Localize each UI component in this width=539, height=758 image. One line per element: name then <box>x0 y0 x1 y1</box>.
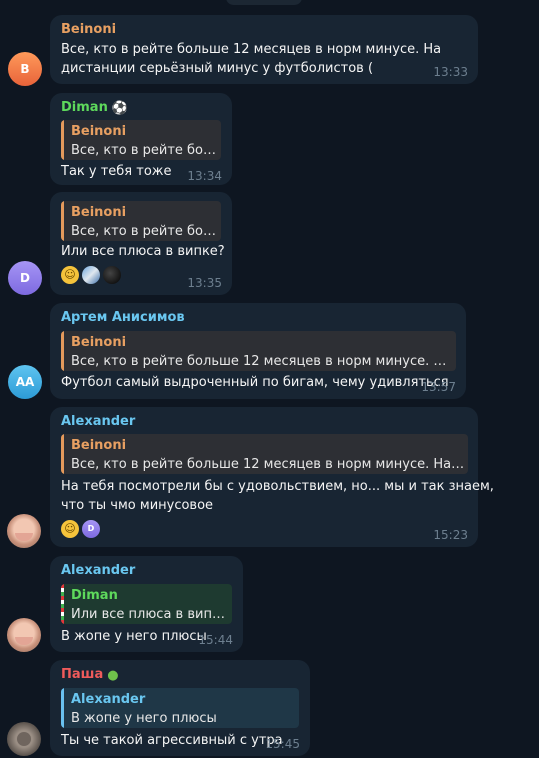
message-text: Так у тебя тоже <box>61 164 172 179</box>
reply-text: Все, кто в рейте боль... <box>71 224 221 239</box>
reply-text: Все, кто в рейте больше 12 месяцев в нор… <box>71 457 468 472</box>
message-time: 13:34 <box>187 169 222 183</box>
soccer-emoji-icon: ⚽ <box>111 101 129 116</box>
reply-quote[interactable]: Diman Или все плюса в випке? <box>61 584 232 624</box>
avatar[interactable] <box>7 514 41 548</box>
face-photo-icon <box>15 533 33 541</box>
date-chip <box>226 0 302 5</box>
reactions-row[interactable]: ☺ <box>61 266 121 284</box>
reply-name: Beinoni <box>71 438 127 453</box>
sender-name[interactable]: Beinoni <box>61 22 116 37</box>
sender-name[interactable]: Паша ● <box>61 667 119 683</box>
face-photo-icon <box>15 637 33 645</box>
message-bubble[interactable]: Diman ⚽ Beinoni Все, кто в рейте боль... … <box>50 93 232 185</box>
reply-quote[interactable]: Beinoni Все, кто в рейте боль... <box>61 201 221 241</box>
avatar-letter: B <box>20 62 30 76</box>
avatar[interactable]: D <box>8 261 42 295</box>
avatar[interactable]: B <box>8 52 42 86</box>
reply-quote[interactable]: Beinoni Все, кто в рейте больше 12 месяц… <box>61 331 456 371</box>
grin-emoji-icon[interactable]: ☺ <box>61 266 79 284</box>
message-text: В жопе у него плюсы <box>61 629 207 644</box>
message-text: Футбол самый выдроченный по бигам, чему … <box>61 375 449 390</box>
message-bubble[interactable]: Beinoni Все, кто в рейте больше 12 месяц… <box>50 15 478 84</box>
reply-text: Или все плюса в випке? <box>71 607 232 622</box>
sender-name[interactable]: Diman ⚽ <box>61 100 128 116</box>
reply-name: Beinoni <box>71 124 127 139</box>
sender-name-text: Diman <box>61 100 108 115</box>
avatar-letter: D <box>20 271 30 285</box>
avatar[interactable]: AA <box>8 365 42 399</box>
message-time: 15:23 <box>433 528 468 542</box>
reply-text: В жопе у него плюсы <box>71 711 217 726</box>
message-text: что ты чмо минусовое <box>61 498 214 513</box>
sender-name[interactable]: Артем Анисимов <box>61 310 185 325</box>
message-bubble[interactable]: Alexander Beinoni Все, кто в рейте больш… <box>50 407 494 547</box>
message-time: 13:33 <box>433 65 468 79</box>
laugh-emoji-icon[interactable]: ☺ <box>61 520 79 538</box>
message-time: 13:57 <box>421 380 456 394</box>
message-bubble[interactable]: Beinoni Все, кто в рейте боль... Или все… <box>50 192 232 295</box>
message-bubble[interactable]: Alexander Diman Или все плюса в випке? В… <box>50 556 243 652</box>
message-bubble[interactable]: Паша ● Alexander В жопе у него плюсы Ты ч… <box>50 660 310 756</box>
reaction-avatar-letter: D <box>87 524 95 533</box>
avatar[interactable] <box>7 618 41 652</box>
reply-quote[interactable]: Alexander В жопе у него плюсы <box>61 688 299 728</box>
reaction-avatar[interactable] <box>82 266 100 284</box>
message-bubble[interactable]: Артем Анисимов Beinoni Все, кто в рейте … <box>50 303 466 399</box>
sender-name[interactable]: Alexander <box>61 414 135 429</box>
message-text: Или все плюса в випке? <box>61 244 225 259</box>
reply-quote[interactable]: Beinoni Все, кто в рейте боль... <box>61 120 221 160</box>
frog-emoji-icon: ● <box>107 668 119 683</box>
message-text: Все, кто в рейте больше 12 месяцев в нор… <box>61 42 442 57</box>
message-time: 15:45 <box>265 737 300 751</box>
reaction-avatar[interactable]: D <box>82 520 100 538</box>
reply-name: Beinoni <box>71 335 127 350</box>
reply-text: Все, кто в рейте больше 12 месяцев в нор… <box>71 354 456 369</box>
reply-text: Все, кто в рейте боль... <box>71 143 221 158</box>
sender-name[interactable]: Alexander <box>61 563 135 578</box>
avatar-letter: AA <box>15 375 35 389</box>
cat-photo-icon <box>17 732 31 746</box>
reply-name: Alexander <box>71 692 146 707</box>
reply-name: Diman <box>71 588 118 603</box>
message-text: дистанции серьёзный минус у футболистов … <box>61 61 374 76</box>
avatar[interactable] <box>7 722 41 756</box>
reaction-avatar[interactable] <box>103 266 121 284</box>
sender-name-text: Паша <box>61 667 104 682</box>
message-text: На тебя посмотрели бы с удовольствием, н… <box>61 479 494 494</box>
message-text: Ты че такой агрессивный с утра <box>61 733 283 748</box>
message-time: 13:35 <box>187 276 222 290</box>
reply-quote[interactable]: Beinoni Все, кто в рейте больше 12 месяц… <box>61 434 468 474</box>
message-time: 15:44 <box>198 633 233 647</box>
reply-name: Beinoni <box>71 205 127 220</box>
reactions-row[interactable]: ☺ D <box>61 520 100 538</box>
